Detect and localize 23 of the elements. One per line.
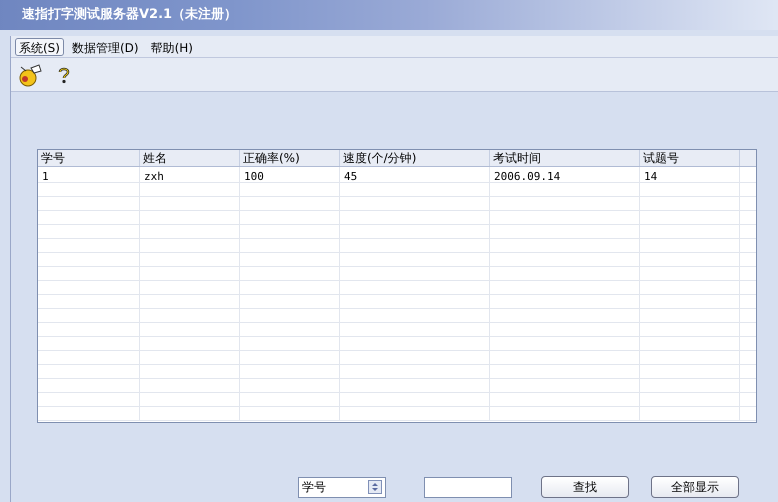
column-header[interactable]: 学号 [38,150,140,166]
column-header[interactable]: 姓名 [140,150,240,166]
window-title: 速指打字测试服务器V2.1（未注册） [22,6,238,24]
bee-icon[interactable] [17,62,43,88]
action-button[interactable]: 全部显示 [651,476,739,498]
column-header[interactable]: 考试时间 [490,150,640,166]
column-header[interactable]: 正确率(%) [240,150,340,166]
column-header[interactable]: 试题号 [640,150,740,166]
field-select[interactable]: 学号 [298,476,386,498]
column-header[interactable]: 速度(个/分钟) [340,150,490,166]
menu-item[interactable]: 数据管理(D) [68,38,143,56]
spinner-icon[interactable] [368,480,382,494]
search-field[interactable] [424,476,512,498]
table-cell: 2006.09.14 [494,170,560,183]
table-cell: zxh [144,170,164,183]
menu-item[interactable]: 帮助(H) [146,38,197,56]
help-icon[interactable] [57,66,71,84]
table-cell: 1 [42,170,49,183]
action-button[interactable]: 查找 [541,476,629,498]
menu-item[interactable]: 系统(S) [15,38,64,56]
table-cell: 45 [344,170,358,183]
table-cell: 100 [244,170,264,183]
table-cell: 14 [644,170,658,183]
